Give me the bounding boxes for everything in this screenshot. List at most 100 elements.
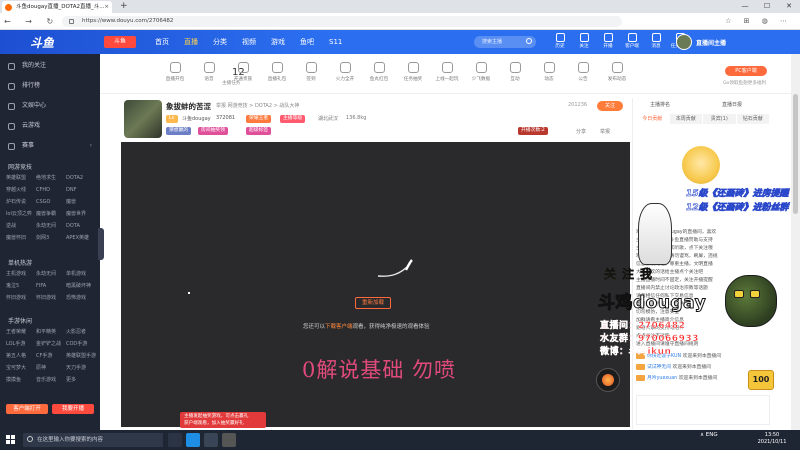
username[interactable]: 直播间主播 <box>696 38 726 47</box>
nav-live[interactable]: 直播 <box>184 30 198 54</box>
sidebar-item-entertainment[interactable]: 文娱中心 <box>0 98 100 114</box>
game-link[interactable]: 永劫无间 <box>36 270 66 279</box>
clock[interactable]: 13:50 2021/10/11 <box>752 432 792 446</box>
video-player[interactable] <box>121 142 630 427</box>
game-link[interactable]: 穿越火线 <box>6 186 36 195</box>
game-link[interactable]: 剑网3 <box>36 234 66 243</box>
chat-input[interactable] <box>636 395 770 425</box>
reload-button[interactable]: 重新加载 <box>355 297 391 309</box>
pc-client-button[interactable]: PC客户端 <box>725 66 767 76</box>
room-category[interactable]: 举报 网游竞技 > DOTA2 > 战队大神 <box>216 102 299 109</box>
game-link[interactable]: COD手游 <box>66 340 96 349</box>
browser-tab[interactable]: 斗鱼dougay直播_DOTA2直播_斗... × <box>2 1 112 13</box>
nav-games[interactable]: 游戏 <box>271 30 285 54</box>
game-link[interactable]: 永劫无间 <box>36 222 66 231</box>
game-link[interactable]: 炉石传说 <box>6 198 36 207</box>
url-field[interactable]: https://www.douyu.com/2706482 <box>62 16 622 27</box>
game-link[interactable]: 绝地求生 <box>36 174 66 183</box>
game-link[interactable]: 第五人格 <box>6 352 36 361</box>
game-link[interactable]: DNF <box>66 186 96 195</box>
browser-toolbar-icons[interactable]: ☆ ⊞ ◍ ⋯ <box>725 13 792 30</box>
download-client-link[interactable]: 下载客户端 <box>325 324 353 330</box>
game-link[interactable]: 魔兽世界 <box>66 210 96 219</box>
task-item[interactable]: 少飞数据 <box>464 62 498 82</box>
task-item[interactable]: 语音 <box>192 62 226 82</box>
messages-button[interactable]: 消息 <box>644 32 668 54</box>
close-window-icon[interactable]: ✕ <box>778 0 800 13</box>
game-link[interactable]: LOL手游 <box>6 340 36 349</box>
search-icon[interactable] <box>526 38 532 44</box>
game-link[interactable]: CF手游 <box>36 352 66 361</box>
nav-buttons[interactable]: ← → ↻ <box>4 13 59 30</box>
task-item[interactable]: 直播礼包 <box>260 62 294 82</box>
task-item[interactable]: 互动 <box>498 62 532 82</box>
share-button[interactable]: 分享 <box>576 128 586 135</box>
taskbar-search[interactable]: 在这里输入你要搜索的内容 <box>23 433 163 447</box>
windows-start-icon[interactable] <box>6 435 15 444</box>
game-link[interactable]: 音乐游戏 <box>36 376 66 385</box>
live-report-link[interactable]: 直播日报 <box>722 101 742 108</box>
chat-username[interactable]: 月吟yuexuan <box>647 376 677 381</box>
nav-s11[interactable]: S11 <box>329 30 342 54</box>
game-link[interactable]: CSGO <box>36 198 66 207</box>
task-item[interactable]: 公告 <box>566 62 600 82</box>
sidebar-item-rank[interactable]: 排行榜 <box>0 78 100 94</box>
sidebar-item-cloud-game[interactable]: 云游戏 <box>0 118 100 134</box>
user-avatar[interactable] <box>676 34 692 50</box>
task-view-icon[interactable] <box>168 433 182 447</box>
game-link[interactable]: 原神 <box>36 364 66 373</box>
game-link[interactable]: 暗黑破坏神 <box>66 282 96 291</box>
game-link[interactable]: 和平精英 <box>36 328 66 337</box>
page-scrollbar[interactable] <box>791 54 800 430</box>
anchor-avatar[interactable] <box>124 100 162 138</box>
task-item[interactable]: 任务抽奖 <box>396 62 430 82</box>
game-link[interactable]: DOTA2 <box>66 174 96 183</box>
super-tag-button[interactable]: 超级标签 <box>246 127 272 135</box>
anchor-rank-link[interactable]: 主播排名 <box>650 101 670 108</box>
game-link[interactable]: DOTA <box>66 222 96 231</box>
game-link[interactable]: 怀旧游戏 <box>6 294 36 303</box>
open-client-button[interactable]: 客户端打开 <box>6 404 48 414</box>
app-icon[interactable] <box>222 433 236 447</box>
game-link[interactable]: 单机游戏 <box>66 270 96 279</box>
game-link[interactable]: 火影忍者 <box>66 328 96 337</box>
sidebar-item-events[interactable]: 赛事 › <box>0 138 100 154</box>
game-link[interactable]: CFHD <box>36 186 66 195</box>
game-link[interactable]: 王者荣耀 <box>6 328 36 337</box>
game-link[interactable]: 魔兽怀旧 <box>6 234 36 243</box>
game-link[interactable]: APEX英雄 <box>66 234 96 243</box>
start-live-button[interactable]: 开播 <box>596 32 620 54</box>
game-link[interactable]: 金铲铲之战 <box>36 340 66 349</box>
task-item[interactable]: 上线一起玩 <box>430 62 464 82</box>
task-item[interactable]: 开通贵族 <box>226 62 260 82</box>
edge-browser-icon[interactable] <box>186 433 200 447</box>
report-button[interactable]: 举报 <box>600 128 610 135</box>
task-item[interactable]: 签到 <box>294 62 328 82</box>
task-item[interactable]: 发布动态 <box>600 62 634 82</box>
nav-category[interactable]: 分类 <box>213 30 227 54</box>
nav-yuba[interactable]: 鱼吧 <box>300 30 314 54</box>
tab-vip[interactable]: 贵宾(1) <box>703 114 736 124</box>
follow-list-button[interactable]: 关注 <box>572 32 596 54</box>
steam-icon[interactable] <box>204 433 218 447</box>
sidebar-item-follow[interactable]: 我的关注 <box>0 58 100 74</box>
nav-video[interactable]: 视频 <box>242 30 256 54</box>
maximize-icon[interactable]: ☐ <box>756 0 778 13</box>
game-link[interactable]: 更多 <box>66 376 96 385</box>
lottery-toast[interactable]: 主播发起抽奖游戏，可点击赢礼 获户端观看，加入抽奖赢好礼 <box>180 412 266 428</box>
douyu-logo[interactable]: 斗鱼 斗鱼 <box>30 33 136 51</box>
guess-button[interactable]: 猜想赢的 <box>166 127 192 135</box>
chat-username[interactable]: 试试神无间 <box>647 365 671 370</box>
game-link[interactable]: 逆战 <box>6 222 36 231</box>
game-link[interactable]: 宝可梦大 <box>6 364 36 373</box>
nav-home[interactable]: 首页 <box>155 30 169 54</box>
start-live-sidebar-button[interactable]: 我要开播 <box>52 404 94 414</box>
game-link[interactable]: 魔兽争霸 <box>36 210 66 219</box>
game-link[interactable]: FIFA <box>36 282 66 291</box>
game-link[interactable]: lol云顶之弈 <box>6 210 36 219</box>
system-tray[interactable]: ∧ ENG <box>700 432 718 438</box>
follow-button[interactable]: 关注 <box>597 101 623 111</box>
game-link[interactable]: 鬼泣5 <box>6 282 36 291</box>
tab-today[interactable]: 今日贡献 <box>636 114 669 124</box>
tab-week[interactable]: 本周贡献 <box>669 114 702 124</box>
